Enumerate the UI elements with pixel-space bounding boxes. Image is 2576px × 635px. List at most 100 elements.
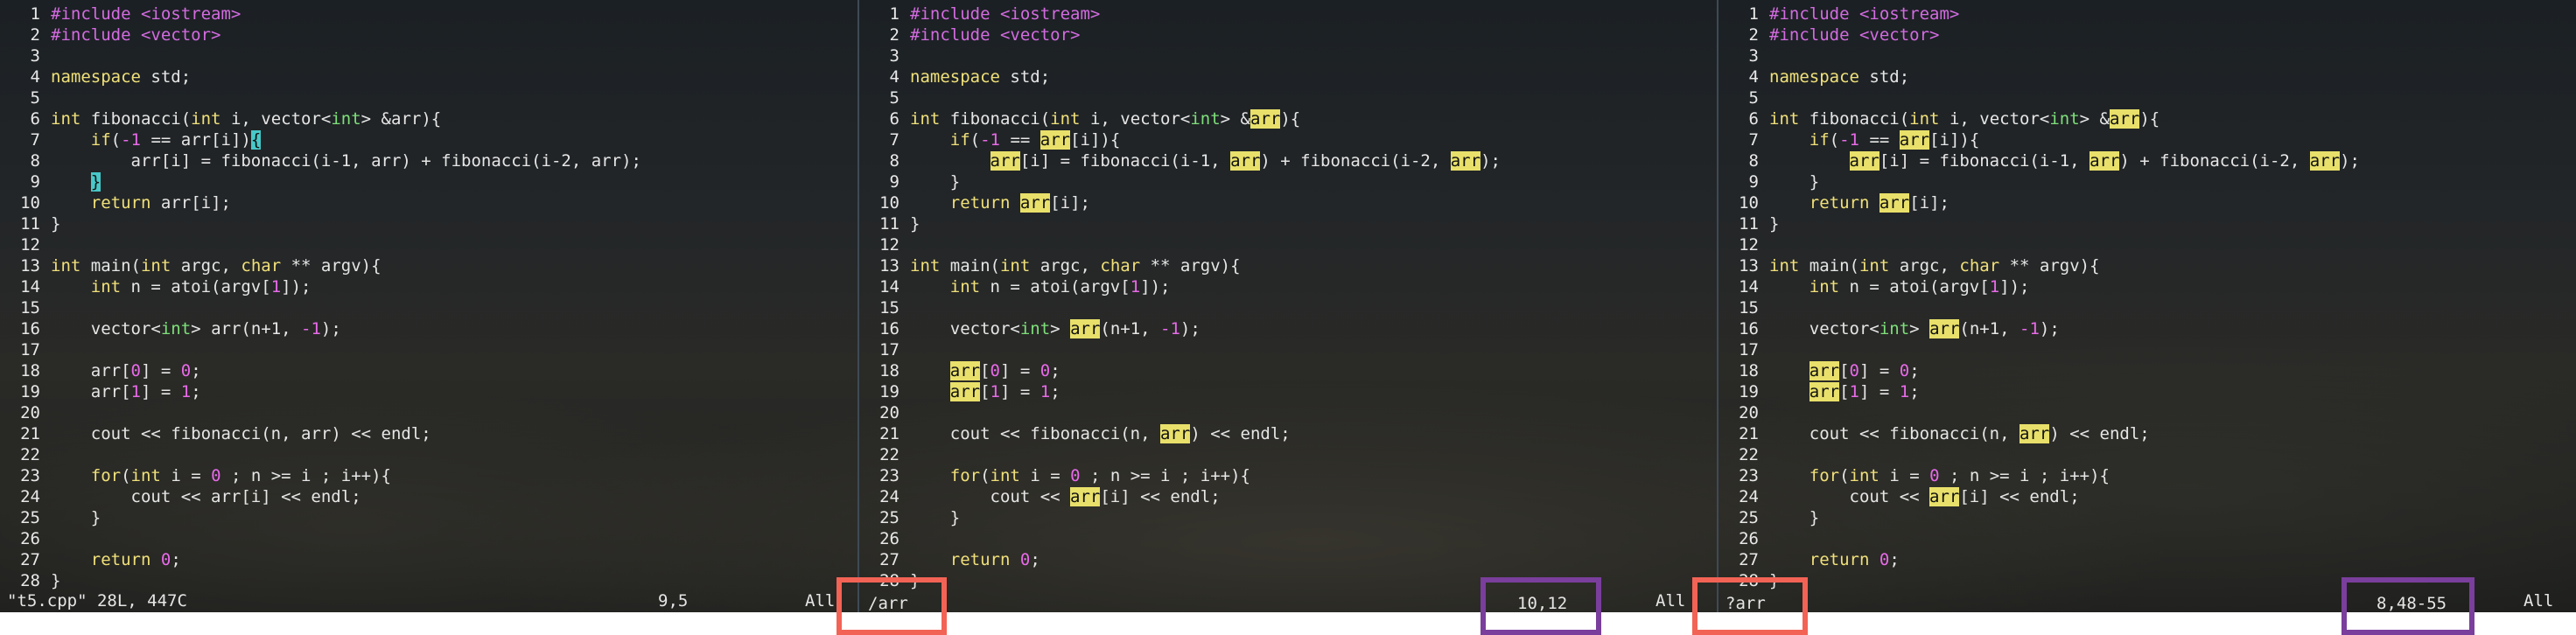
code-line: for(int i = 0 ; n >= i ; i++){ [949, 466, 1250, 485]
search-match: arr [1809, 361, 1840, 380]
line-number: 6 [1748, 109, 1759, 129]
code-line: namespace std; [51, 67, 192, 87]
editor-pane-3[interactable]: 1 2 3 4 5 6 7 8 9 10 11 12 13 14 15 16 1… [1718, 0, 2576, 612]
line-number: 14 [1739, 277, 1759, 297]
search-match: arr [949, 361, 981, 380]
line-number: 24 [1739, 487, 1759, 506]
code-line: if(-1 == arr[i]){ [1809, 130, 1980, 150]
code-area[interactable]: #include <iostream> #include <vector> na… [1769, 3, 2576, 591]
code-line: } [1769, 214, 1780, 234]
line-number: 20 [879, 403, 900, 422]
line-number: 17 [1739, 340, 1759, 359]
line-number: 15 [879, 298, 900, 318]
scroll-position-status: All [805, 591, 836, 611]
search-match: arr [1230, 151, 1261, 171]
line-number: 14 [20, 277, 40, 297]
code-line: if(-1 == arr[i]){ [949, 130, 1121, 150]
line-number: 4 [30, 67, 40, 87]
line-number: 18 [879, 361, 900, 380]
code-line: cout << arr[i] << endl; [910, 487, 1221, 506]
code-line: return arr[i]; [1809, 193, 1950, 213]
code-line: vector<int> arr(n+1, -1); [51, 319, 341, 338]
line-number: 12 [20, 235, 40, 255]
code-line: } [51, 571, 61, 590]
code-line: arr[0] = 0; [90, 361, 201, 380]
line-number: 13 [20, 256, 40, 276]
line-number: 27 [879, 550, 900, 569]
line-number: 26 [20, 529, 40, 548]
line-number: 22 [879, 445, 900, 464]
line-number: 5 [1748, 88, 1759, 108]
line-number: 12 [1739, 235, 1759, 255]
search-command-text[interactable]: /arr [868, 593, 908, 614]
line-number: 12 [879, 235, 900, 255]
code-line: return 0; [90, 550, 181, 569]
line-number: 5 [30, 88, 40, 108]
line-number: 26 [879, 529, 900, 548]
file-info-status: "t5.cpp" 28L, 447C [7, 591, 187, 611]
code-line: #include <iostream> [910, 4, 1101, 24]
code-area[interactable]: #include <iostream> #include <vector> na… [910, 3, 1715, 591]
editor-pane-1[interactable]: 1 2 3 4 5 6 7 8 9 10 11 12 13 14 15 16 1… [0, 0, 856, 612]
line-number: 8 [30, 151, 40, 171]
search-match: arr [1849, 151, 1880, 171]
line-number: 19 [879, 382, 900, 401]
line-number: 10 [879, 193, 900, 213]
code-line: arr[1] = 1; [1809, 382, 1920, 401]
line-number: 2 [889, 25, 900, 45]
line-number: 24 [879, 487, 900, 506]
search-match: arr [2090, 151, 2120, 171]
search-match: arr [1159, 424, 1191, 443]
editor-pane-2[interactable]: 1 2 3 4 5 6 7 8 9 10 11 12 13 14 15 16 1… [859, 0, 1715, 612]
line-number: 7 [1748, 130, 1759, 150]
search-match: arr [990, 151, 1020, 171]
reverse-search-command-text[interactable]: ?arr [1726, 593, 1766, 614]
line-number: 11 [20, 214, 40, 234]
line-number: 22 [20, 445, 40, 464]
code-line: #include <iostream> [1769, 4, 1960, 24]
line-number-gutter: 1 2 3 4 5 6 7 8 9 10 11 12 13 14 15 16 1… [0, 3, 40, 591]
line-number: 22 [1739, 445, 1759, 464]
line-number: 17 [879, 340, 900, 359]
code-line: cout << arr[i] << endl; [51, 487, 361, 506]
code-line: if(-1 == arr[i]){ [90, 130, 262, 150]
code-line: namespace std; [910, 67, 1051, 87]
code-line: #include <vector> [910, 25, 1081, 45]
code-line: #include <vector> [1769, 25, 1940, 45]
code-line: int fibonacci(int i, vector<int> &arr){ [910, 109, 1301, 129]
code-line: cout << fibonacci(n, arr) << endl; [51, 424, 431, 443]
line-number: 20 [1739, 403, 1759, 422]
line-number: 4 [889, 67, 900, 87]
line-number: 10 [20, 193, 40, 213]
line-number: 26 [1739, 529, 1759, 548]
line-number: 18 [20, 361, 40, 380]
line-number: 25 [1739, 508, 1759, 527]
code-line: cout << fibonacci(n, arr) << endl; [1769, 424, 2150, 443]
code-line: return 0; [1809, 550, 1900, 569]
search-match: arr [1070, 487, 1101, 506]
search-match: arr [2019, 424, 2050, 443]
matching-brace-cursor: { [250, 130, 262, 150]
line-number: 1 [30, 4, 40, 24]
code-line: for(int i = 0 ; n >= i ; i++){ [90, 466, 391, 485]
line-number-gutter: 1 2 3 4 5 6 7 8 9 10 11 12 13 14 15 16 1… [859, 3, 900, 591]
scroll-position-status: All [2524, 591, 2554, 611]
line-number: 14 [879, 277, 900, 297]
line-number: 1 [889, 4, 900, 24]
line-number: 23 [879, 466, 900, 485]
line-number: 18 [1739, 361, 1759, 380]
search-match: arr [1019, 193, 1051, 213]
code-area[interactable]: #include <iostream> #include <vector> na… [51, 3, 856, 591]
